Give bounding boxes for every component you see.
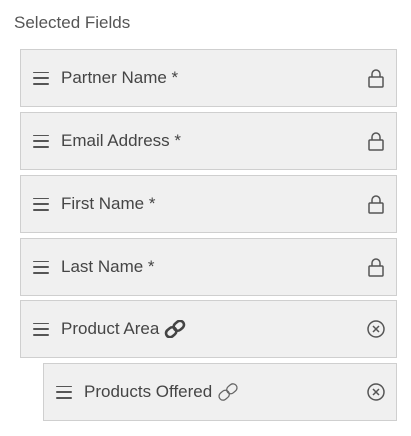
field-label: Products Offered bbox=[84, 382, 213, 401]
lock-icon bbox=[366, 131, 386, 151]
drag-handle-icon[interactable] bbox=[56, 385, 72, 399]
lock-icon bbox=[366, 194, 386, 214]
field-label: Email Address * bbox=[61, 131, 181, 150]
field-row-partner-name[interactable]: Partner Name * bbox=[20, 49, 397, 107]
field-row-last-name[interactable]: Last Name * bbox=[20, 238, 397, 296]
field-label: Last Name * bbox=[61, 257, 155, 276]
field-label: Partner Name * bbox=[61, 68, 179, 87]
field-row-first-name[interactable]: First Name * bbox=[20, 175, 397, 233]
link-icon bbox=[216, 383, 240, 401]
link-icon bbox=[163, 320, 187, 338]
lock-icon bbox=[366, 68, 386, 88]
drag-handle-icon[interactable] bbox=[33, 71, 49, 85]
drag-handle-icon[interactable] bbox=[33, 197, 49, 211]
lock-icon bbox=[366, 257, 386, 277]
remove-circle-icon[interactable] bbox=[366, 382, 386, 402]
drag-handle-icon[interactable] bbox=[33, 134, 49, 148]
selected-fields-title: Selected Fields bbox=[14, 13, 131, 32]
drag-handle-icon[interactable] bbox=[33, 260, 49, 274]
field-row-email-address[interactable]: Email Address * bbox=[20, 112, 397, 170]
remove-circle-icon[interactable] bbox=[366, 319, 386, 339]
field-label: First Name * bbox=[61, 194, 156, 213]
field-label: Product Area bbox=[61, 319, 160, 338]
field-row-products-offered[interactable]: Products Offered bbox=[43, 363, 397, 421]
field-row-product-area[interactable]: Product Area bbox=[20, 300, 397, 358]
drag-handle-icon[interactable] bbox=[33, 322, 49, 336]
